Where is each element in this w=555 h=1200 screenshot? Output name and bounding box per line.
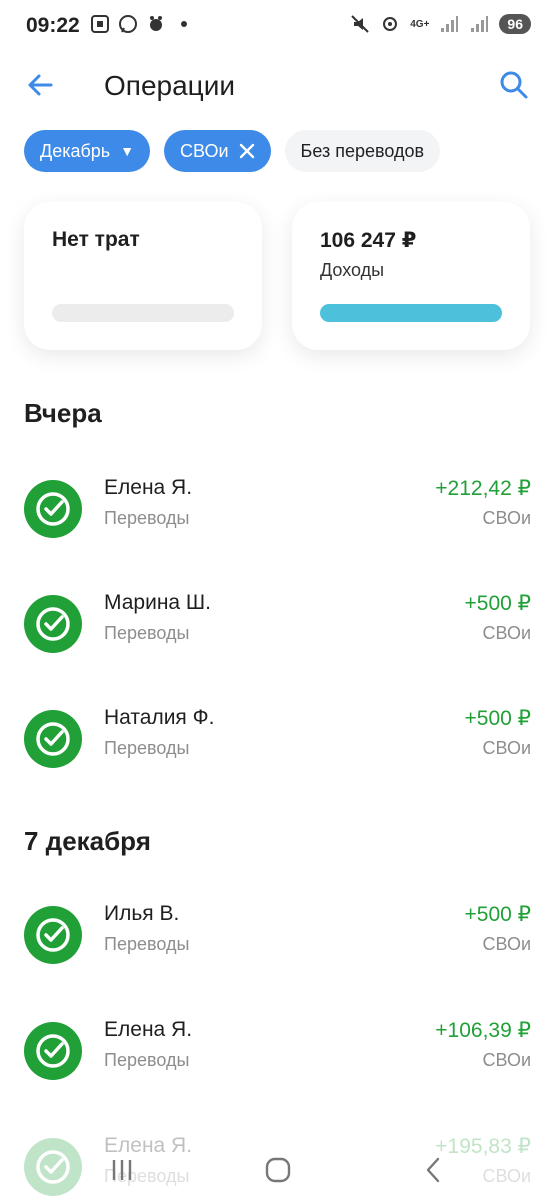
operation-name: Наталия Ф. [104, 706, 215, 729]
operation-row[interactable]: Елена Я. Переводы +106,39 ₽ СВОи [0, 1012, 555, 1092]
mute-icon [351, 15, 369, 33]
section-title-yesterday: Вчера [24, 398, 102, 428]
search-icon[interactable] [497, 68, 531, 102]
filter-no-transfers-label: Без переводов [300, 140, 425, 161]
filter-account-chip[interactable]: СВОи [164, 130, 271, 172]
operation-name: Марина Ш. [104, 591, 212, 614]
close-icon[interactable] [239, 143, 255, 159]
operation-amount: +212,42 ₽ [435, 477, 531, 500]
operation-account: СВОи [482, 623, 531, 643]
recent-apps-icon[interactable] [100, 1148, 144, 1192]
filter-chips: Декабрь ▼ СВОи Без переводов [24, 130, 441, 172]
operation-account: СВОи [482, 934, 531, 954]
operation-account: СВОи [482, 508, 531, 528]
home-icon[interactable] [256, 1148, 300, 1192]
sber-check-icon [24, 1022, 82, 1080]
status-bar: 09:22 4G+ 96 [0, 0, 555, 52]
sber-check-icon [24, 480, 82, 538]
status-notification-icons [90, 14, 194, 34]
back-nav-icon[interactable] [412, 1148, 456, 1192]
whatsapp-icon [119, 15, 137, 33]
operation-row[interactable]: Наталия Ф. Переводы +500 ₽ СВОи [0, 700, 555, 780]
page-title: Операции [104, 70, 235, 101]
filter-account-label: СВОи [180, 140, 229, 161]
income-amount: 106 247 ₽ [320, 229, 417, 252]
status-system-icons: 4G+ 96 [350, 14, 531, 34]
operation-category: Переводы [104, 934, 190, 954]
arrow-left-icon[interactable] [24, 68, 58, 102]
operation-category: Переводы [104, 623, 190, 643]
income-progress-bar [320, 304, 502, 322]
app-header: Операции [0, 58, 555, 114]
status-time: 09:22 [26, 14, 80, 37]
filter-no-transfers-chip[interactable]: Без переводов [284, 130, 441, 172]
operation-name: Елена Я. [104, 1018, 193, 1041]
app-notification-icon [150, 16, 162, 31]
income-label: Доходы [320, 260, 385, 280]
operation-category: Переводы [104, 738, 190, 758]
operation-category: Переводы [104, 1050, 190, 1070]
dot-icon [181, 21, 187, 27]
operation-amount: +106,39 ₽ [435, 1019, 531, 1042]
sber-check-icon [24, 595, 82, 653]
section-title-date: 7 декабря [24, 826, 151, 856]
battery-icon: 96 [499, 14, 531, 34]
operation-account: СВОи [482, 1050, 531, 1070]
screenshot-icon [91, 15, 109, 33]
operation-amount: +500 ₽ [464, 592, 532, 615]
hotspot-icon [383, 17, 398, 31]
operation-name: Елена Я. [104, 476, 193, 499]
signal-icon-2 [471, 16, 489, 32]
network-type: 4G+ [410, 18, 430, 30]
expenses-title: Нет трат [52, 228, 140, 251]
operation-name: Илья В. [104, 902, 180, 925]
operation-row[interactable]: Марина Ш. Переводы +500 ₽ СВОи [0, 585, 555, 665]
operation-row[interactable]: Елена Я. Переводы +212,42 ₽ СВОи [0, 470, 555, 550]
signal-icon [441, 16, 459, 32]
operation-amount: +500 ₽ [464, 707, 532, 730]
filter-month-chip[interactable]: Декабрь ▼ [24, 130, 151, 172]
operation-account: СВОи [482, 738, 531, 758]
income-card[interactable]: 106 247 ₽ Доходы [292, 202, 530, 350]
sber-check-icon [24, 906, 82, 964]
filter-month-label: Декабрь [40, 140, 111, 161]
expenses-card[interactable]: Нет трат [24, 202, 262, 350]
sber-check-icon [24, 710, 82, 768]
operation-category: Переводы [104, 508, 190, 528]
operation-row[interactable]: Илья В. Переводы +500 ₽ СВОи [0, 896, 555, 976]
system-nav-bar [0, 1140, 555, 1200]
chevron-down-icon: ▼ [120, 143, 135, 159]
operation-amount: +500 ₽ [464, 903, 532, 926]
expenses-progress-bar [52, 304, 234, 322]
